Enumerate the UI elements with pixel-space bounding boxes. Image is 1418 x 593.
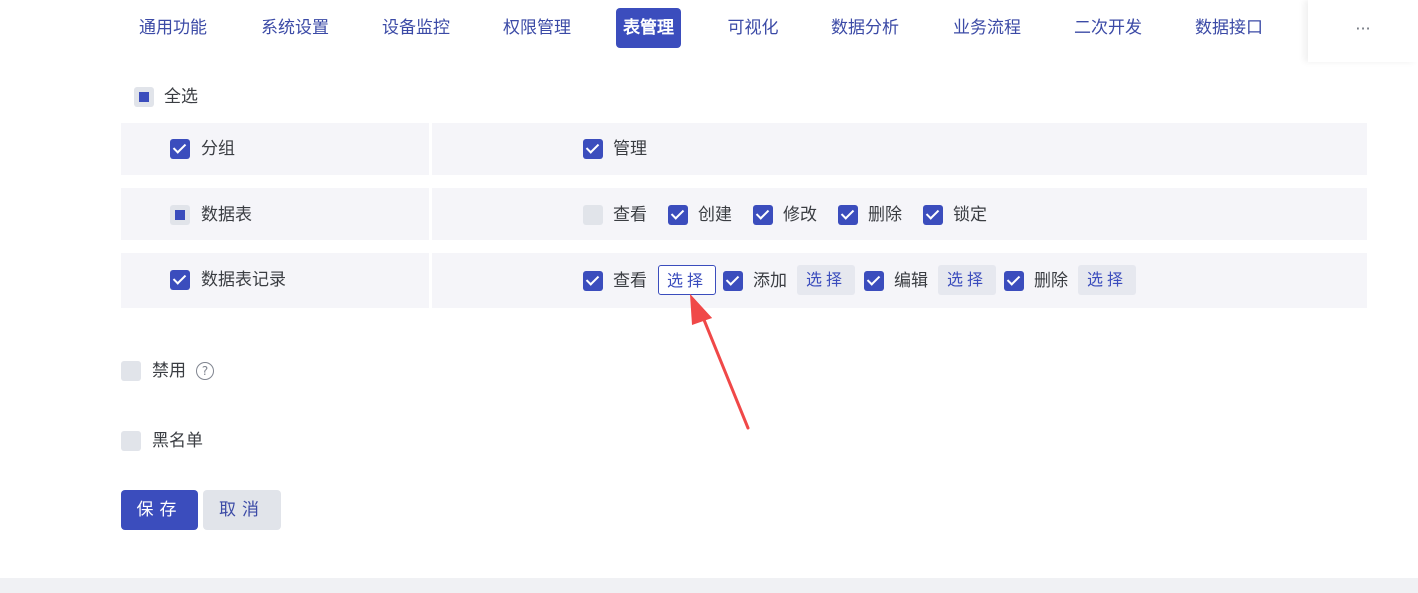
group-checkbox[interactable]	[170, 139, 190, 159]
group-manage-checkbox[interactable]	[583, 139, 603, 159]
record-edit-select-button[interactable]: 选择	[938, 265, 996, 295]
footer-bar	[0, 578, 1418, 593]
table-delete-label: 删除	[868, 205, 902, 225]
tab-visualize[interactable]: 可视化	[718, 8, 788, 48]
record-view-select-button[interactable]: 选择	[658, 265, 716, 295]
table-delete-checkbox[interactable]	[838, 205, 858, 225]
record-add-select-button[interactable]: 选择	[797, 265, 855, 295]
help-icon[interactable]: ?	[196, 362, 214, 380]
record-checkbox[interactable]	[170, 270, 190, 290]
table-checkbox[interactable]	[170, 205, 190, 225]
tab-general[interactable]: 通用功能	[128, 8, 218, 48]
save-button[interactable]: 保存	[121, 490, 198, 530]
blacklist-label: 黑名单	[152, 431, 203, 451]
table-label: 数据表	[201, 205, 252, 225]
record-view-checkbox[interactable]	[583, 271, 603, 291]
perm-row-table	[121, 188, 1367, 240]
record-edit-checkbox[interactable]	[864, 271, 884, 291]
tab-dev[interactable]: 二次开发	[1063, 8, 1153, 48]
tab-workflow[interactable]: 业务流程	[942, 8, 1032, 48]
select-all-checkbox[interactable]	[134, 87, 154, 107]
table-view-checkbox[interactable]	[583, 205, 603, 225]
tab-permission[interactable]: 权限管理	[492, 8, 582, 48]
record-label: 数据表记录	[201, 270, 286, 290]
table-lock-checkbox[interactable]	[923, 205, 943, 225]
tab-table-manage[interactable]: 表管理	[616, 8, 681, 48]
select-all-label: 全选	[164, 87, 198, 107]
group-label: 分组	[201, 139, 235, 159]
blacklist-checkbox[interactable]	[121, 431, 141, 451]
table-create-checkbox[interactable]	[668, 205, 688, 225]
record-delete-select-button[interactable]: 选择	[1078, 265, 1136, 295]
disable-checkbox[interactable]	[121, 361, 141, 381]
tab-device-monitor[interactable]: 设备监控	[371, 8, 461, 48]
table-edit-label: 修改	[783, 205, 817, 225]
record-add-label: 添加	[753, 271, 787, 291]
disable-label: 禁用	[152, 361, 186, 381]
table-edit-checkbox[interactable]	[753, 205, 773, 225]
perm-row-record	[121, 253, 1367, 308]
record-edit-label: 编辑	[894, 271, 928, 291]
cancel-button[interactable]: 取消	[203, 490, 281, 530]
table-create-label: 创建	[698, 205, 732, 225]
tab-system-settings[interactable]: 系统设置	[250, 8, 340, 48]
group-manage-label: 管理	[613, 139, 647, 159]
table-view-label: 查看	[613, 205, 647, 225]
perm-row-group	[121, 123, 1367, 175]
tab-data-api[interactable]: 数据接口	[1184, 8, 1274, 48]
record-add-checkbox[interactable]	[723, 271, 743, 291]
tab-data-analysis[interactable]: 数据分析	[820, 8, 910, 48]
table-lock-label: 锁定	[953, 205, 987, 225]
record-delete-checkbox[interactable]	[1004, 271, 1024, 291]
more-tabs-button[interactable]: ···	[1308, 0, 1418, 62]
top-nav: 通用功能 系统设置 设备监控 权限管理 表管理 可视化 数据分析 业务流程 二次…	[0, 0, 1308, 62]
record-view-label: 查看	[613, 271, 647, 291]
record-delete-label: 删除	[1034, 271, 1068, 291]
